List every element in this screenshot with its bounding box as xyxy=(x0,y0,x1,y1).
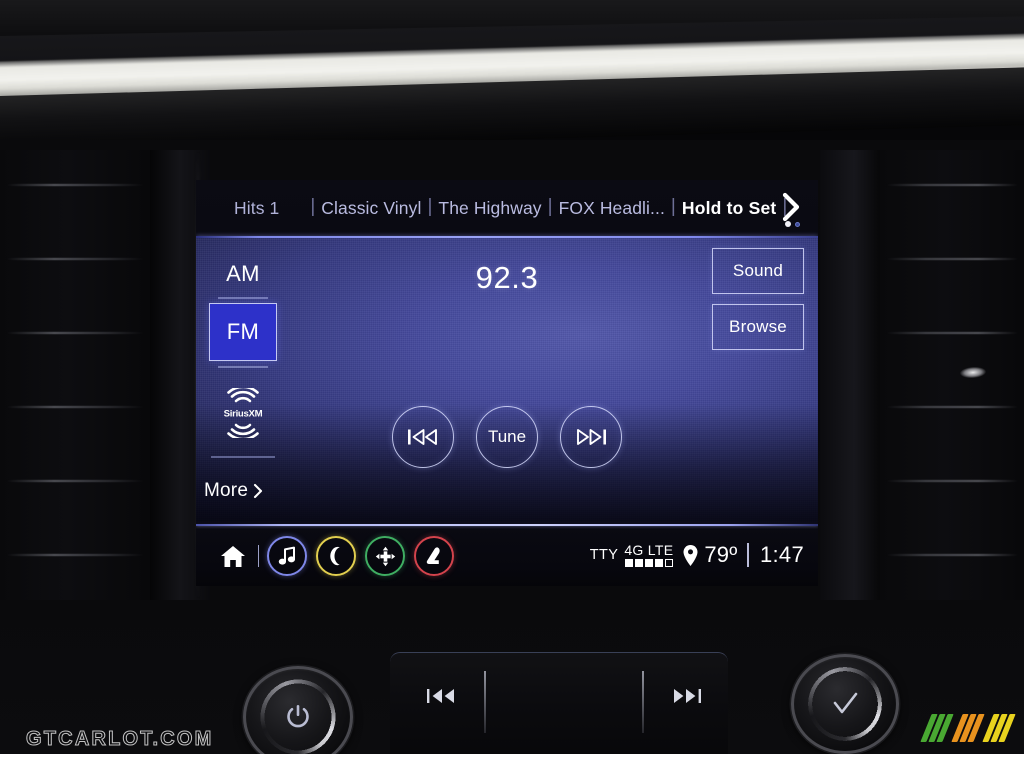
screen-side-buttons: Sound Browse xyxy=(712,248,804,360)
preset-next-page-arrow[interactable] xyxy=(776,192,806,222)
air-vent-right xyxy=(880,150,1024,600)
preset-separator: | xyxy=(310,196,316,217)
network-label: 4G LTE xyxy=(624,541,674,558)
climate-seat-shortcut[interactable] xyxy=(414,536,455,576)
signal-bar-4 xyxy=(654,559,663,568)
preset-separator: | xyxy=(547,196,553,217)
page-dot-active xyxy=(785,221,791,227)
preset-separator: | xyxy=(427,196,433,217)
band-fm-button[interactable]: FM xyxy=(209,303,277,361)
music-note-icon xyxy=(278,546,295,565)
phone-icon xyxy=(330,546,341,566)
vent-slat xyxy=(6,406,144,408)
band-selector-cap-bottom xyxy=(218,366,268,368)
preset-item-4[interactable]: FOX Headli... xyxy=(554,198,670,219)
sound-button[interactable]: Sound xyxy=(712,248,804,294)
tune-label: Tune xyxy=(487,427,527,446)
map-pin-icon xyxy=(682,544,699,567)
vent-slat xyxy=(6,258,144,260)
next-track-button[interactable] xyxy=(560,406,622,468)
signal-bars xyxy=(624,559,673,568)
radio-main-panel: AM FM SiriusXM More 92.3 Tune Sound Brow… xyxy=(196,238,818,524)
hard-key-separator-1 xyxy=(484,671,486,733)
compass-icon xyxy=(375,546,396,566)
page-dot-inactive xyxy=(795,221,800,227)
vent-slat xyxy=(6,554,144,556)
status-shortcuts xyxy=(212,533,463,579)
site-watermark: GTCARLOT.COM xyxy=(26,728,214,751)
vent-slat xyxy=(6,480,144,482)
browse-button[interactable]: Browse xyxy=(712,304,804,350)
preset-item-3[interactable]: The Highway xyxy=(433,198,546,219)
navigation-shortcut[interactable] xyxy=(365,536,406,576)
signal-bar-3 xyxy=(644,559,653,568)
hard-next-button[interactable] xyxy=(644,663,728,768)
check-icon xyxy=(833,692,858,714)
browse-label: Browse xyxy=(729,317,787,336)
audio-shortcut[interactable] xyxy=(267,536,308,576)
preset-item-5[interactable]: Hold to Set xyxy=(677,198,782,219)
status-indicators: TTY 4G LTE 79º 1:47 xyxy=(590,534,804,576)
temperature-display: 79º xyxy=(704,542,738,567)
status-bar: TTY 4G LTE 79º 1:47 xyxy=(196,524,818,586)
status-bar-divider xyxy=(196,524,818,526)
skip-back-icon xyxy=(408,429,437,445)
skip-back-icon xyxy=(427,689,454,703)
tune-button[interactable]: Tune xyxy=(476,406,538,468)
vent-slat xyxy=(885,554,1019,556)
vent-slat xyxy=(885,406,1019,408)
band-selector-cap-top xyxy=(218,297,268,299)
status-vertical-divider xyxy=(747,543,749,567)
vent-divider-right xyxy=(820,150,882,600)
vent-slat xyxy=(885,332,1019,334)
image-bottom-border xyxy=(0,754,1024,768)
home-button[interactable] xyxy=(212,535,254,577)
signal-bar-5 xyxy=(664,559,673,568)
signal-bar-1 xyxy=(624,559,633,568)
more-label: More xyxy=(204,480,249,501)
shortcut-divider xyxy=(258,545,260,567)
air-vent-left xyxy=(0,150,150,600)
sound-label: Sound xyxy=(732,261,784,280)
seat-icon xyxy=(427,546,441,564)
vent-slat xyxy=(885,184,1019,186)
power-icon xyxy=(287,705,309,728)
clock-display: 1:47 xyxy=(759,542,804,567)
preset-item-1[interactable]: Hits 1 xyxy=(196,198,309,219)
preset-page-indicator xyxy=(785,221,800,227)
more-sources-button[interactable]: More xyxy=(204,476,296,506)
watermark-logo xyxy=(920,714,1016,742)
preset-item-2[interactable]: Classic Vinyl xyxy=(316,198,426,219)
vent-slat xyxy=(885,258,1019,260)
hard-key-panel xyxy=(390,652,728,768)
preset-favorites-bar[interactable]: Hits 1 | Classic Vinyl | The Highway | FOX Hea… xyxy=(196,180,818,236)
vent-slat xyxy=(6,332,144,334)
transport-controls: Tune xyxy=(196,406,818,468)
power-knob[interactable] xyxy=(243,666,353,768)
phone-shortcut[interactable] xyxy=(316,536,357,576)
vent-slat xyxy=(885,480,1019,482)
previous-track-button[interactable] xyxy=(392,406,454,468)
tune-confirm-knob[interactable] xyxy=(791,654,899,754)
skip-forward-icon xyxy=(577,429,606,445)
network-indicator: 4G LTE xyxy=(624,541,674,568)
band-fm-label: FM xyxy=(226,319,260,344)
skip-forward-icon xyxy=(674,689,701,703)
tty-indicator: TTY xyxy=(589,547,619,563)
vent-slat xyxy=(6,184,144,186)
chevron-right-icon xyxy=(254,483,263,499)
vent-specular-highlight xyxy=(959,366,987,379)
home-icon xyxy=(221,546,245,567)
signal-bar-2 xyxy=(634,559,643,568)
hard-previous-button[interactable] xyxy=(400,663,484,768)
infotainment-screen[interactable]: Hits 1 | Classic Vinyl | The Highway | FOX Hea… xyxy=(196,180,818,586)
preset-separator: | xyxy=(670,196,676,217)
